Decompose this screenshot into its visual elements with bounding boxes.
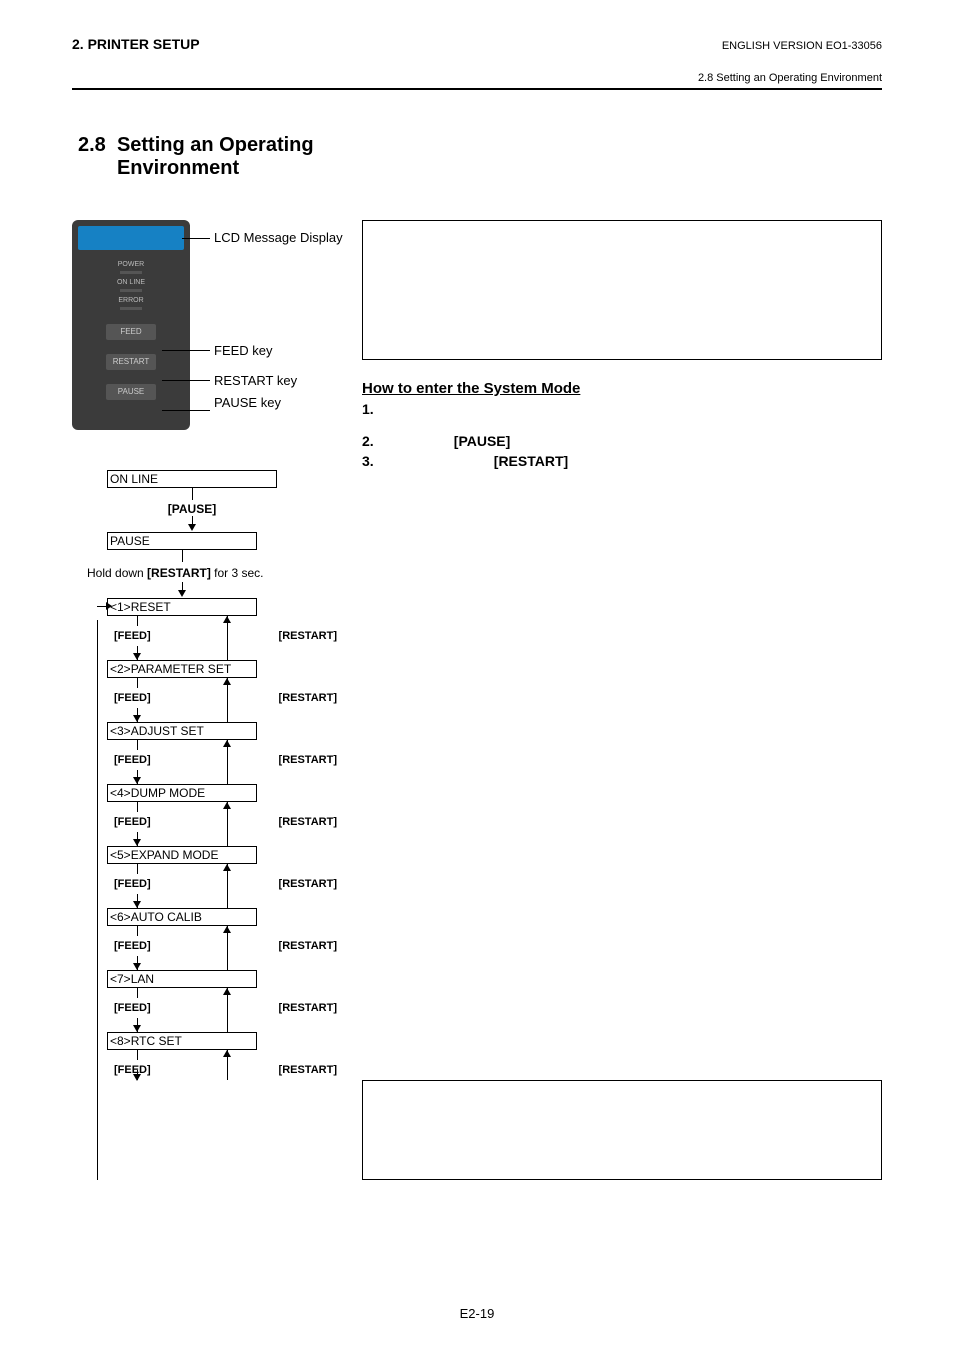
- pause-button: PAUSE: [106, 384, 156, 400]
- callout-lcd: LCD Message Display: [214, 230, 334, 245]
- callout-feed: FEED key: [214, 343, 273, 358]
- step-3: 3. [RESTART]: [362, 453, 882, 469]
- page-footer: E2-19: [0, 1306, 954, 1321]
- menu-auto-calib: <6>AUTO CALIB: [107, 908, 257, 926]
- intro-box: [362, 220, 882, 360]
- menu-parameter-set: <2>PARAMETER SET: [107, 660, 257, 678]
- note-box: [362, 1080, 882, 1180]
- callout-restart: RESTART key: [214, 373, 297, 388]
- step-1: 1.: [362, 401, 882, 417]
- header-rule: [72, 88, 882, 90]
- flow-pause-key: [PAUSE]: [107, 502, 277, 516]
- page-header-right: ENGLISH VERSION EO1-33056 2.8 Setting an…: [698, 40, 882, 84]
- version-text: ENGLISH VERSION EO1-33056: [698, 40, 882, 52]
- header-subtitle: 2.8 Setting an Operating Environment: [698, 72, 882, 84]
- callout-pause: PAUSE key: [214, 395, 281, 410]
- menu-lan: <7>LAN: [107, 970, 257, 988]
- flowchart: ON LINE [PAUSE] PAUSE Hold down [RESTART…: [72, 470, 332, 1080]
- printer-panel: POWER ON LINE ERROR FEED RESTART PAUSE: [72, 220, 190, 430]
- state-online: ON LINE: [107, 470, 277, 488]
- restart-button: RESTART: [106, 354, 156, 370]
- menu-adjust-set: <3>ADJUST SET: [107, 722, 257, 740]
- howto-title: How to enter the System Mode: [362, 380, 882, 397]
- step-2: 2. [PAUSE]: [362, 433, 882, 449]
- lcd-display: [78, 226, 184, 250]
- menu-dump-mode: <4>DUMP MODE: [107, 784, 257, 802]
- page-header: 2. PRINTER SETUP ENGLISH VERSION EO1-330…: [72, 36, 882, 84]
- status-leds: POWER ON LINE ERROR: [78, 260, 184, 310]
- section-title: 2.8 Setting an Operating Environment: [78, 134, 882, 180]
- flow-hold-hint: Hold down [RESTART] for 3 sec.: [87, 566, 332, 580]
- menu-rtc-set: <8>RTC SET: [107, 1032, 257, 1050]
- feed-button: FEED: [106, 324, 156, 340]
- page-header-left: 2. PRINTER SETUP: [72, 36, 200, 52]
- menu-expand-mode: <5>EXPAND MODE: [107, 846, 257, 864]
- state-pause: PAUSE: [107, 532, 257, 550]
- menu-reset: <1>RESET: [107, 598, 257, 616]
